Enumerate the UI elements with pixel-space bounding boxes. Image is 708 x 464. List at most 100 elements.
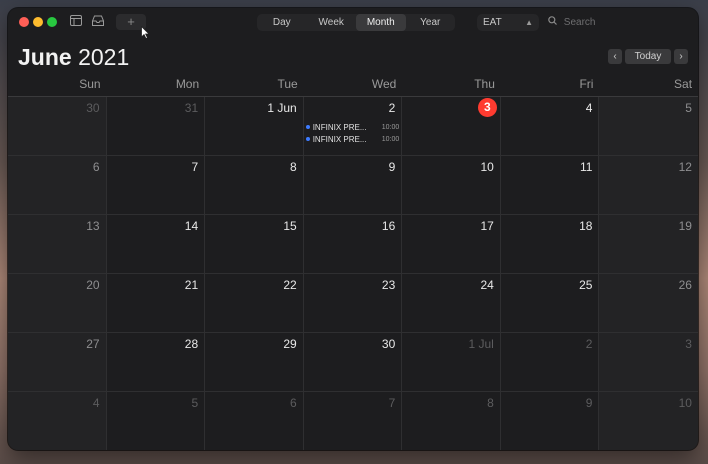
day-cell[interactable]: 27 <box>8 333 107 392</box>
zoom-window-button[interactable] <box>47 17 57 27</box>
day-cell[interactable]: 10 <box>599 392 698 450</box>
month-navigation: ‹ Today › <box>608 49 688 64</box>
date-number: 27 <box>86 337 100 351</box>
weekday-label: Fri <box>579 77 594 91</box>
day-cell[interactable]: 24 <box>402 274 501 333</box>
day-cell[interactable]: 15 <box>205 215 304 274</box>
date-number: 7 <box>191 160 199 174</box>
date-number: 5 <box>191 396 199 410</box>
day-cell[interactable]: 6 <box>8 156 107 215</box>
date-number: 4 <box>92 396 100 410</box>
date-number: 17 <box>480 219 494 233</box>
calendar-event[interactable]: INFINIX PRE... 10:00 <box>305 121 399 133</box>
view-switcher: Day Week Month Year <box>257 14 455 31</box>
weekday-label: Thu <box>474 77 495 91</box>
date-number: 11 <box>579 160 593 174</box>
date-number: 30 <box>86 101 100 115</box>
weekday-label: Sun <box>79 77 101 91</box>
year-label: 2021 <box>78 44 130 70</box>
day-cell[interactable]: 18 <box>500 215 600 274</box>
date-number: 9 <box>388 160 396 174</box>
today-button[interactable]: Today <box>625 49 671 64</box>
calendar-window: + Day Week Month Year EAT ▲ Search June … <box>8 8 698 450</box>
calendar-list-icon[interactable] <box>70 15 82 30</box>
day-cell[interactable]: 13 <box>8 215 107 274</box>
day-cell[interactable]: 30 <box>8 97 107 156</box>
day-cell[interactable]: 1 Jul <box>402 333 501 392</box>
inbox-icon[interactable] <box>92 15 104 30</box>
search-field[interactable]: Search <box>548 14 688 31</box>
day-cell[interactable]: 2 <box>500 333 600 392</box>
minimize-window-button[interactable] <box>33 17 43 27</box>
date-number: 31 <box>184 101 199 115</box>
tab-year[interactable]: Year <box>406 14 456 31</box>
day-cell[interactable]: 9 <box>303 156 403 215</box>
tab-month[interactable]: Month <box>356 14 406 31</box>
date-number: 12 <box>678 160 692 174</box>
date-number: 5 <box>685 101 692 115</box>
day-cell[interactable]: 28 <box>106 333 206 392</box>
chevron-right-icon[interactable]: › <box>674 49 688 64</box>
weekday-label: Sat <box>674 77 693 91</box>
day-cell[interactable]: 10 <box>402 156 501 215</box>
day-cell[interactable]: 7 <box>304 392 403 450</box>
day-cell[interactable]: 4 <box>500 97 600 156</box>
day-cell[interactable]: 2 INFINIX PRE... 10:00 INFINIX PRE... 10:00 <box>303 97 403 156</box>
day-cell[interactable]: 6 <box>205 392 304 450</box>
event-time: 10:00 <box>381 135 400 143</box>
day-cell[interactable]: 12 <box>599 156 698 215</box>
day-cell[interactable]: 11 <box>500 156 600 215</box>
day-cell[interactable]: 7 <box>106 156 206 215</box>
calendar-event[interactable]: INFINIX PRE... 10:00 <box>305 133 400 145</box>
month-title: June 2021 <box>18 43 129 71</box>
date-number: 24 <box>480 278 494 292</box>
today-date-number: 3 <box>477 98 497 117</box>
day-cell[interactable]: 4 <box>8 392 107 450</box>
day-cell[interactable]: 3 <box>599 333 698 392</box>
day-cell[interactable]: 25 <box>500 274 600 333</box>
date-number: 19 <box>678 219 692 233</box>
date-number: 10 <box>480 160 494 174</box>
date-number: 22 <box>283 278 297 292</box>
day-cell[interactable]: 29 <box>205 333 304 392</box>
day-cell[interactable]: 8 <box>205 156 304 215</box>
date-number: 13 <box>86 219 100 233</box>
date-number: 9 <box>585 396 593 410</box>
tab-day[interactable]: Day <box>257 14 307 31</box>
day-cell[interactable]: 22 <box>205 274 304 333</box>
search-placeholder: Search <box>563 17 596 28</box>
timezone-select[interactable]: EAT ▲ <box>477 14 539 31</box>
day-cell[interactable]: 5 <box>599 97 698 156</box>
day-cell[interactable]: 21 <box>106 274 206 333</box>
date-number: 20 <box>86 278 100 292</box>
chevron-left-icon[interactable]: ‹ <box>608 49 622 64</box>
day-cell[interactable]: 31 <box>106 97 206 156</box>
day-cell[interactable]: 5 <box>107 392 206 450</box>
tab-week[interactable]: Week <box>307 14 357 31</box>
date-number: 6 <box>92 160 100 174</box>
mouse-pointer-icon <box>141 25 150 42</box>
event-list: INFINIX PRE... 10:00 INFINIX PRE... 10:00 <box>305 121 400 145</box>
day-cell[interactable]: 23 <box>303 274 403 333</box>
day-cell[interactable]: 30 <box>303 333 403 392</box>
event-title: INFINIX PRE... <box>312 122 367 132</box>
updown-chevron-icon: ▲ <box>525 18 533 27</box>
close-window-button[interactable] <box>19 17 29 27</box>
day-cell[interactable]: 20 <box>8 274 107 333</box>
day-cell[interactable]: 3 <box>402 97 501 156</box>
day-cell[interactable]: 17 <box>402 215 501 274</box>
day-cell[interactable]: 16 <box>303 215 403 274</box>
month-grid: 30 31 1 Jun 2 INFINIX PRE... 10:00 INFINIX PRE… <box>8 96 698 450</box>
toolbar: + Day Week Month Year EAT ▲ Search <box>8 8 698 40</box>
day-cell[interactable]: 9 <box>501 392 600 450</box>
date-number: 2 <box>388 101 396 115</box>
date-number: 4 <box>585 101 593 115</box>
day-cell[interactable]: 26 <box>599 274 698 333</box>
event-dot-icon <box>305 137 310 141</box>
day-cell[interactable]: 19 <box>599 215 698 274</box>
day-cell[interactable]: 14 <box>106 215 206 274</box>
day-cell[interactable]: 8 <box>402 392 501 450</box>
day-cell[interactable]: 1 Jun <box>205 97 304 156</box>
date-number: 25 <box>579 278 593 292</box>
date-number: 2 <box>585 337 593 351</box>
